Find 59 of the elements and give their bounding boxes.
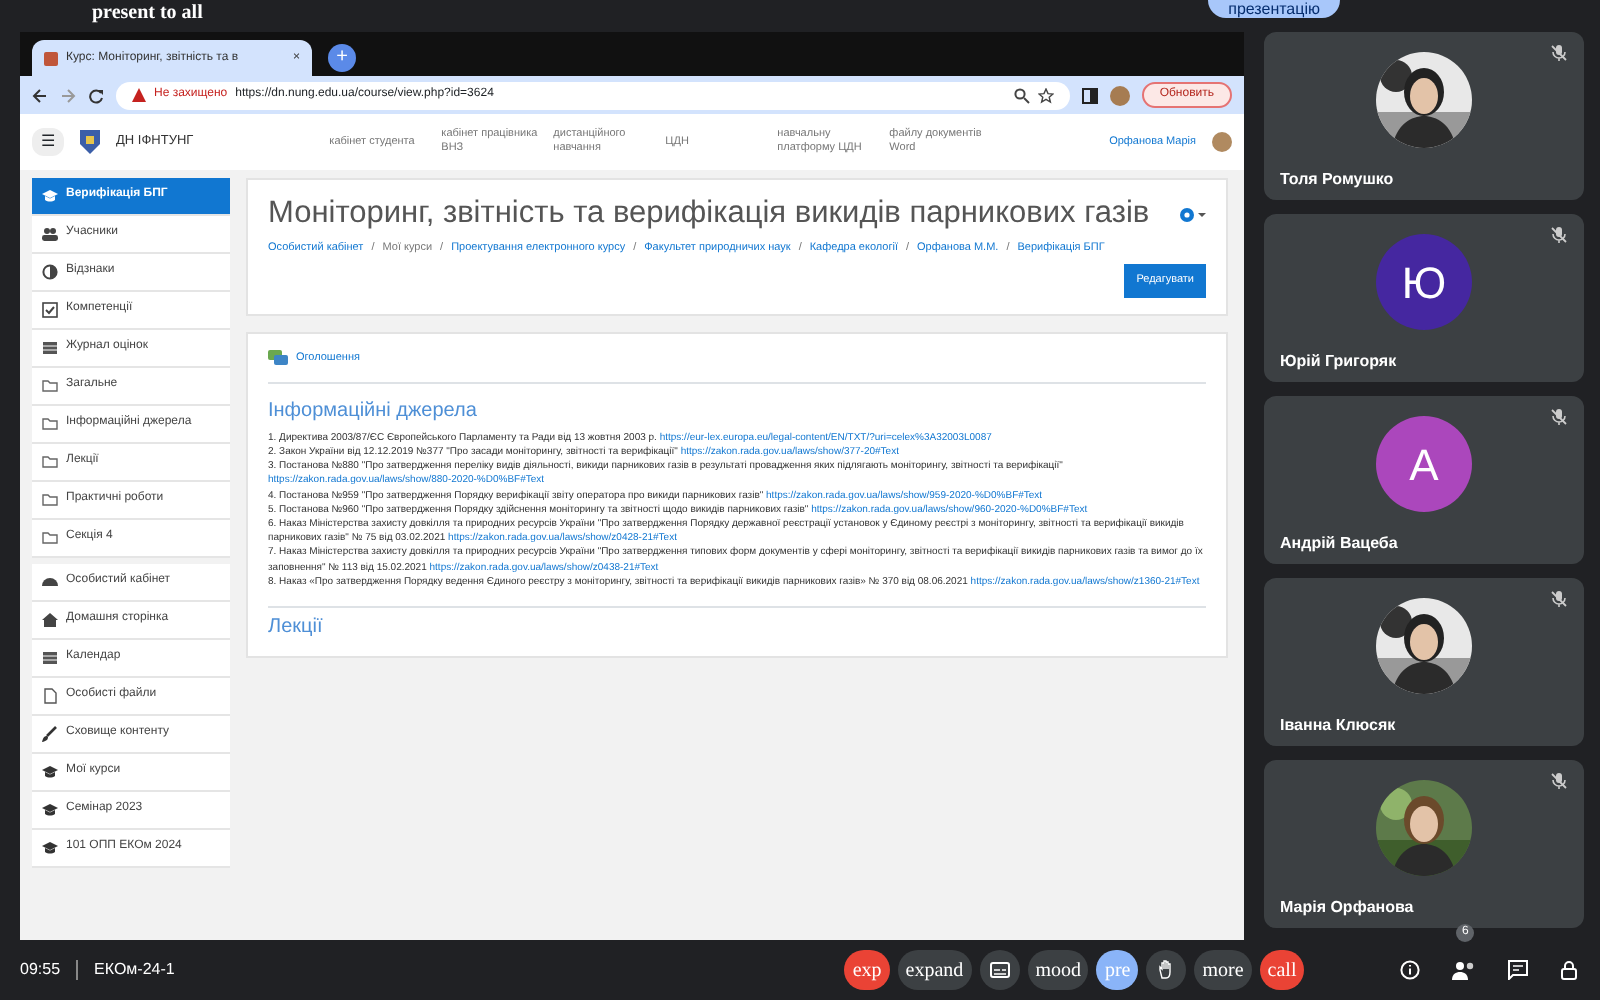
control-button[interactable]: mood xyxy=(1027,950,1089,990)
chat-icon[interactable] xyxy=(1508,960,1528,980)
home-icon xyxy=(42,612,58,628)
course-title: Моніторинг, звітність та верифікація викидів парникових газів xyxy=(268,196,1152,232)
captions-button[interactable] xyxy=(979,950,1020,990)
graduation-cap-icon xyxy=(42,188,58,204)
control-button[interactable]: call xyxy=(1259,950,1305,990)
avatar: Ю xyxy=(1376,234,1472,330)
section-title: Лекції xyxy=(268,615,325,640)
info-icon[interactable] xyxy=(1400,960,1420,980)
sidebar-icon[interactable] xyxy=(1081,87,1098,103)
present-label: present to all xyxy=(92,0,203,28)
gear-icon[interactable] xyxy=(1178,205,1206,223)
folder-icon xyxy=(42,416,58,432)
participant-name: Марія Орфанова xyxy=(1280,896,1414,920)
control-button[interactable]: exp xyxy=(844,950,890,990)
star-icon xyxy=(1037,87,1054,103)
search-icon xyxy=(1013,87,1030,103)
control-button[interactable]: expand xyxy=(897,950,972,990)
raise-hand-button[interactable] xyxy=(1146,950,1187,990)
folder-icon xyxy=(42,492,58,508)
gauge-icon xyxy=(42,574,58,590)
users-icon xyxy=(42,226,58,242)
favicon-icon xyxy=(44,51,58,65)
brush-icon xyxy=(42,726,58,742)
profile-icon[interactable] xyxy=(1109,85,1130,105)
checkbox-icon xyxy=(42,302,58,318)
crest-icon xyxy=(80,130,100,154)
half-circle-icon xyxy=(42,264,58,280)
graduation-cap-icon xyxy=(42,764,58,780)
folder-icon xyxy=(42,454,58,470)
control-button[interactable]: more xyxy=(1194,950,1252,990)
present-button[interactable]: презентацію xyxy=(1208,0,1340,18)
hand-icon xyxy=(1157,960,1176,980)
reload-icon[interactable] xyxy=(88,87,104,103)
folder-icon xyxy=(42,530,58,546)
graduation-cap-icon xyxy=(42,802,58,818)
people-icon[interactable] xyxy=(1452,959,1476,980)
folder-icon xyxy=(42,378,58,394)
warning-icon xyxy=(132,88,146,102)
graduation-cap-icon xyxy=(42,840,58,856)
avatar: А xyxy=(1376,416,1472,512)
file-icon xyxy=(42,688,58,704)
table-icon xyxy=(42,650,58,666)
meeting-code: ЕКОм-24-1 xyxy=(94,958,175,982)
table-icon xyxy=(42,340,58,356)
user-avatar xyxy=(1212,132,1232,152)
participant-name: Толя Ромушко xyxy=(1280,168,1394,192)
chat-bubbles-icon xyxy=(268,349,288,366)
new-tab-button[interactable]: + xyxy=(328,44,356,72)
captions-icon xyxy=(989,962,1010,978)
participant-name: Юрій Григоряк xyxy=(1280,350,1397,374)
section-title: Інформаційні джерела xyxy=(268,399,479,424)
menu-button[interactable]: ☰ xyxy=(32,128,64,156)
participant-name: Іванна Клюсяк xyxy=(1280,714,1396,738)
meeting-time: 09:55 xyxy=(20,958,61,982)
lock-icon[interactable] xyxy=(1560,960,1580,980)
participant-name: Андрій Вацеба xyxy=(1280,532,1398,556)
back-icon[interactable] xyxy=(32,87,48,103)
